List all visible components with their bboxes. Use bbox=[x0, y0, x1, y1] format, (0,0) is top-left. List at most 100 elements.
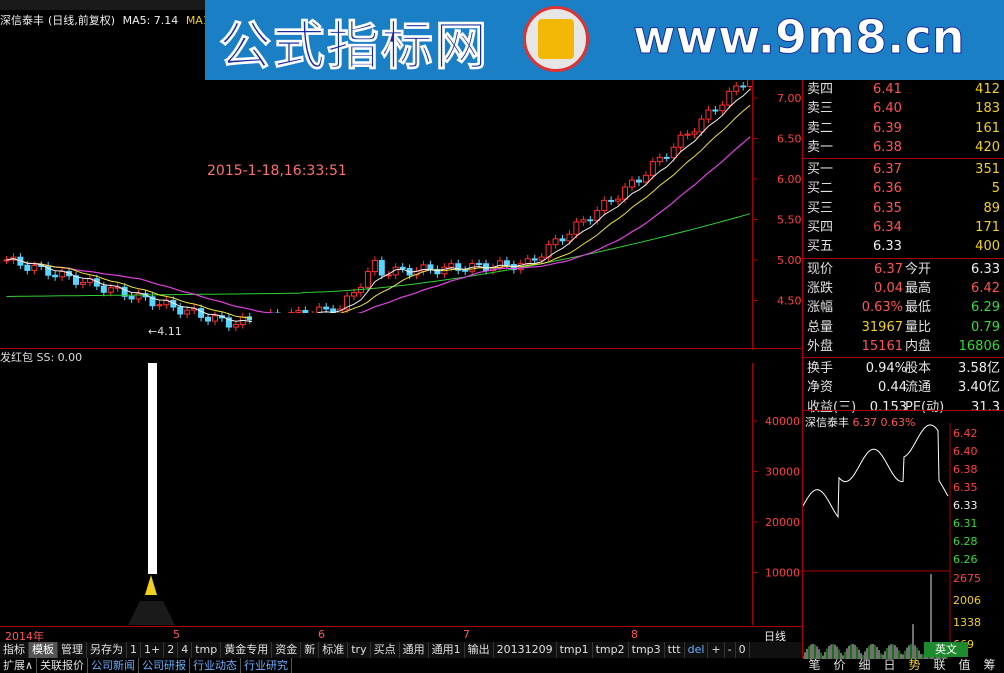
template-tab[interactable]: 标准 bbox=[319, 642, 349, 658]
template-tab[interactable]: 指标 bbox=[0, 642, 29, 658]
template-tab[interactable]: 通用 bbox=[400, 642, 429, 658]
template-tab[interactable]: del bbox=[685, 642, 709, 658]
order-label: 卖一 bbox=[807, 139, 834, 155]
order-price: 6.39 bbox=[873, 120, 902, 136]
candle-body bbox=[719, 104, 726, 112]
stat-label: 最高 bbox=[905, 280, 932, 296]
mini-volume-tick: 2675 bbox=[953, 572, 981, 585]
intraday-mini-chart[interactable]: 深信泰丰 6.37 0.63% 6.42 6.40 6.38 6.35 6.33 6.31… bbox=[802, 410, 1004, 659]
candle-body bbox=[733, 85, 740, 92]
stat-label: 今开 bbox=[905, 261, 932, 277]
candle-body bbox=[107, 287, 114, 293]
order-volume: 171 bbox=[975, 220, 1000, 236]
template-tab[interactable]: 输出 bbox=[465, 642, 494, 658]
view-tab[interactable]: 筹 bbox=[977, 658, 1002, 673]
fundamental-row: 净资 0.44 流通 3.40亿 bbox=[803, 378, 1004, 397]
candle-body bbox=[670, 146, 677, 159]
nav-tab[interactable]: 扩展∧ bbox=[0, 658, 38, 673]
stat-value: 0.79 bbox=[971, 319, 1000, 335]
view-tab[interactable]: 笔 bbox=[802, 658, 827, 673]
order-price: 6.35 bbox=[873, 200, 902, 216]
nav-tab[interactable]: 公司研报 bbox=[139, 658, 191, 673]
fund-label: 流通 bbox=[905, 380, 932, 396]
kline-chart[interactable]: 2015-1-18,16:33:51 ←4.11 bbox=[0, 80, 752, 350]
fund-value: 0.94% bbox=[865, 361, 907, 377]
candle-body bbox=[726, 90, 733, 106]
template-tab[interactable]: 模板 bbox=[29, 642, 58, 658]
candle-body bbox=[635, 179, 642, 183]
candle-body bbox=[31, 264, 38, 271]
stat-label: 总量 bbox=[807, 319, 834, 335]
candle-body bbox=[559, 238, 566, 242]
view-tab[interactable]: 日 bbox=[877, 658, 902, 673]
price-tick-label: 6.50 bbox=[777, 133, 802, 146]
mini-price-line bbox=[803, 424, 949, 519]
template-tab[interactable]: 1+ bbox=[141, 642, 165, 658]
candle-body bbox=[580, 219, 587, 223]
candle-body bbox=[587, 219, 594, 222]
chart-mask-block bbox=[252, 313, 752, 350]
template-tab[interactable]: 管理 bbox=[58, 642, 87, 658]
indicator-chart[interactable] bbox=[0, 363, 752, 625]
template-tab[interactable]: 20131209 bbox=[494, 642, 557, 658]
fund-label: 股本 bbox=[905, 361, 932, 377]
template-tab[interactable]: 另存为 bbox=[87, 642, 127, 658]
candle-body bbox=[615, 198, 622, 202]
mini-price-tick: 6.26 bbox=[953, 553, 978, 566]
template-tab[interactable]: 0 bbox=[736, 642, 750, 658]
template-tab[interactable]: 通用1 bbox=[429, 642, 465, 658]
view-tab[interactable]: 值 bbox=[952, 658, 977, 673]
candle-body bbox=[399, 266, 406, 270]
template-tab[interactable]: 2 bbox=[164, 642, 179, 658]
mini-price-tick: 6.33 bbox=[953, 499, 978, 512]
candle-body bbox=[232, 323, 239, 328]
template-tab[interactable]: tmp3 bbox=[629, 642, 665, 658]
view-tab[interactable]: 势 bbox=[902, 658, 927, 673]
template-tab[interactable]: 黄金专用 bbox=[221, 642, 273, 658]
volume-tick-label: 30000 bbox=[765, 466, 800, 479]
candle-body bbox=[573, 221, 580, 235]
template-tab[interactable]: + bbox=[708, 642, 725, 658]
candle-body bbox=[503, 260, 510, 266]
template-tab[interactable]: 4 bbox=[178, 642, 193, 658]
signal-bar bbox=[148, 363, 157, 574]
candle-body bbox=[566, 233, 573, 242]
candle-body bbox=[698, 118, 705, 133]
nav-tab[interactable]: 关联报价 bbox=[37, 658, 89, 673]
template-tab[interactable]: 1 bbox=[127, 642, 141, 658]
stat-label: 最低 bbox=[905, 300, 932, 316]
order-volume: 412 bbox=[975, 82, 1000, 97]
nav-tab[interactable]: 公司新闻 bbox=[88, 658, 140, 673]
nav-tab[interactable]: 行业研究 bbox=[241, 658, 293, 673]
template-tab[interactable]: try bbox=[348, 642, 371, 658]
template-tab[interactable]: 资金 bbox=[272, 642, 302, 658]
right-view-tabs: 笔价细日势联值筹 bbox=[802, 658, 1004, 673]
nav-tab[interactable]: 行业动态 bbox=[190, 658, 242, 673]
order-volume: 89 bbox=[983, 200, 1000, 216]
volume-tick-label: 20000 bbox=[765, 516, 800, 529]
template-tab[interactable]: 新 bbox=[301, 642, 320, 658]
mini-volume-tick: 2006 bbox=[953, 594, 981, 607]
candle-body bbox=[462, 269, 469, 272]
fund-value: 0.44 bbox=[878, 380, 907, 396]
template-tab[interactable]: tmp bbox=[192, 642, 222, 658]
mini-price-tick: 6.31 bbox=[953, 517, 978, 530]
view-tab[interactable]: 价 bbox=[827, 658, 852, 673]
candle-body bbox=[351, 292, 357, 297]
template-tab[interactable]: 买点 bbox=[371, 642, 400, 658]
language-button[interactable]: 英文 bbox=[924, 642, 968, 657]
template-tab[interactable]: ttt bbox=[665, 642, 685, 658]
template-tab[interactable]: tmp2 bbox=[593, 642, 629, 658]
stat-row: 总量 31967 量比 0.79 bbox=[803, 318, 1004, 337]
volume-tick-label: 40000 bbox=[765, 415, 800, 428]
template-tab[interactable]: tmp1 bbox=[557, 642, 593, 658]
date-label-aug: 8 bbox=[631, 628, 638, 641]
price-tick-label: 7.00 bbox=[777, 92, 802, 105]
view-tab[interactable]: 联 bbox=[927, 658, 952, 673]
order-label: 卖三 bbox=[807, 101, 834, 117]
period-label: (日线,前复权) bbox=[48, 14, 116, 27]
view-tab[interactable]: 细 bbox=[852, 658, 877, 673]
candle-body bbox=[712, 109, 719, 112]
template-tab[interactable]: - bbox=[725, 642, 736, 658]
ma5-readout: MA5: 7.14 bbox=[122, 14, 179, 27]
